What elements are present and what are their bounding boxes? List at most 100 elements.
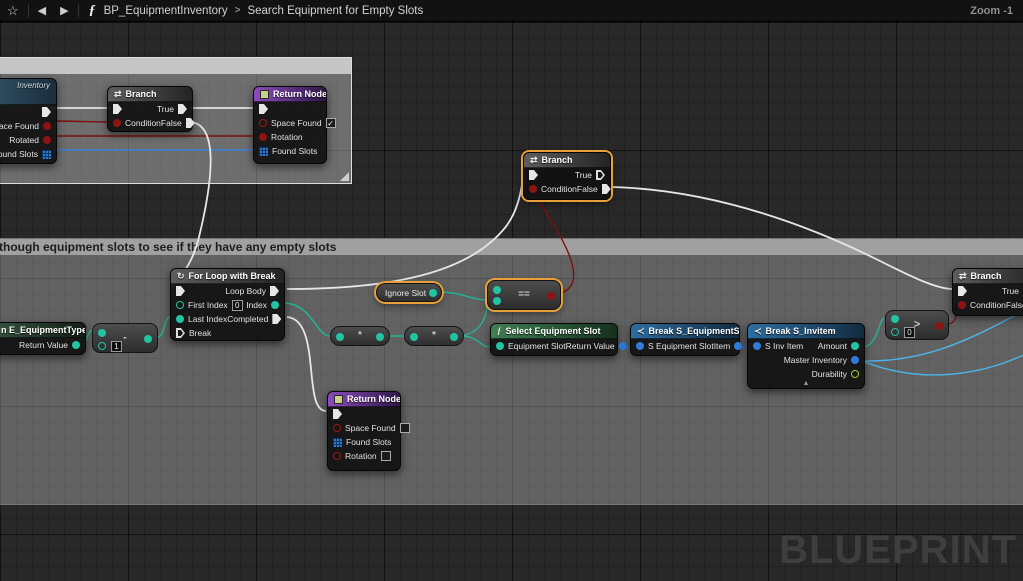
favorite-star-icon[interactable]: ☆	[0, 0, 26, 22]
loop-body-exec-pin[interactable]	[270, 286, 279, 296]
space-found-checkbox[interactable]	[400, 423, 410, 433]
collapse-arrow-icon[interactable]: ▲	[748, 380, 864, 387]
first-index-value[interactable]: 0	[232, 300, 243, 311]
rotated-pin[interactable]	[43, 136, 51, 144]
rotation-checkbox[interactable]	[381, 451, 391, 461]
ignore-slot-variable-node[interactable]: Ignore Slot	[376, 283, 442, 302]
graph-canvas[interactable]: though equipment slots to see if they ha…	[0, 22, 1023, 581]
output-pin[interactable]	[144, 335, 152, 343]
node-title: Break S_Invitem	[766, 326, 836, 336]
return-value-pin[interactable]	[72, 341, 80, 349]
found-slots-array-pin[interactable]	[259, 147, 268, 156]
divider	[78, 4, 79, 18]
equipment-slot-pin[interactable]	[496, 342, 504, 350]
node-header: ⇄ Branch	[108, 87, 192, 102]
durability-pin[interactable]	[851, 370, 859, 378]
comment-header[interactable]: though equipment slots to see if they ha…	[0, 239, 1023, 255]
break-equipment-slot-node[interactable]: ≺ Break S_EquipmentSlot S Equipment Slot…	[630, 323, 740, 356]
breadcrumb-root[interactable]: BP_EquipmentInventory	[104, 5, 228, 17]
completed-exec-pin[interactable]	[272, 314, 281, 324]
master-inventory-pin[interactable]	[851, 356, 859, 364]
return-node-top[interactable]: Return Node Space Found✓ Rotation Found …	[253, 86, 327, 164]
branch-node-middle[interactable]: ⇄ Branch True Condition False	[523, 152, 611, 200]
exec-in-pin[interactable]	[113, 104, 122, 114]
node-header: ⇄ Branch	[953, 269, 1023, 284]
exec-in-pin[interactable]	[333, 409, 342, 419]
output-pin[interactable]	[935, 322, 943, 330]
node-header: Return Node	[254, 87, 326, 102]
space-found-pin[interactable]	[259, 119, 267, 127]
select-equipment-slot-node[interactable]: ƒ Select Equipment Slot Equipment Slot R…	[490, 323, 618, 356]
true-exec-pin[interactable]	[178, 104, 187, 114]
space-found-pin[interactable]	[333, 424, 341, 432]
pin-label: True	[575, 170, 592, 180]
pin-label: Found Slots	[346, 437, 391, 447]
found-slots-array-pin[interactable]	[333, 438, 342, 447]
false-exec-pin[interactable]	[186, 118, 195, 128]
node-header: ≺ Break S_Invitem	[748, 324, 864, 339]
multiply-node-1[interactable]: *	[330, 326, 390, 346]
output-pin[interactable]	[450, 333, 458, 341]
exec-in-pin[interactable]	[259, 104, 268, 114]
condition-pin[interactable]	[113, 119, 121, 127]
back-arrow-icon[interactable]: ◀	[31, 4, 53, 17]
found-slots-array-pin[interactable]	[42, 150, 51, 159]
node-header: ƒ Select Equipment Slot	[491, 324, 617, 339]
true-exec-pin[interactable]	[596, 170, 605, 180]
inventory-function-node[interactable]: Inventory Space Found Rotated Found Slot…	[0, 78, 57, 164]
condition-pin[interactable]	[529, 185, 537, 193]
exec-in-pin[interactable]	[529, 170, 538, 180]
for-loop-with-break-node[interactable]: ↻ For Loop with Break Loop Body First In…	[170, 268, 285, 341]
exec-in-pin[interactable]	[176, 286, 185, 296]
item-pin[interactable]	[734, 342, 742, 350]
condition-pin[interactable]	[958, 301, 966, 309]
forward-arrow-icon[interactable]: ▶	[53, 4, 75, 17]
greater-than-node[interactable]: 0 >	[885, 310, 949, 340]
return-value-pin[interactable]	[619, 342, 627, 350]
comment-header[interactable]	[0, 58, 351, 74]
comment-box-main[interactable]: though equipment slots to see if they ha…	[0, 238, 1023, 505]
last-index-pin[interactable]	[176, 315, 184, 323]
pin-label: Completed	[227, 314, 268, 324]
node-header: ⇄ Branch	[524, 153, 610, 168]
return-icon	[260, 90, 269, 99]
output-pin[interactable]	[429, 289, 437, 297]
equals-node[interactable]: ==	[487, 280, 561, 310]
struct-in-pin[interactable]	[753, 342, 761, 350]
pin-label: Condition	[970, 300, 1006, 310]
index-pin[interactable]	[271, 301, 279, 309]
amount-pin[interactable]	[851, 342, 859, 350]
pin-label: Space Found	[271, 118, 322, 128]
pin-label: Space Found	[345, 423, 396, 433]
false-exec-pin[interactable]	[602, 184, 611, 194]
break-struct-icon: ≺	[637, 326, 645, 337]
branch-node-right[interactable]: ⇄ Branch True Condition False	[952, 268, 1023, 316]
multiply-node-2[interactable]: *	[404, 326, 464, 346]
exec-in-pin[interactable]	[958, 286, 967, 296]
node-title: n E_EquipmentType	[1, 325, 85, 335]
comment-resize-handle[interactable]	[340, 172, 349, 181]
return-node-bottom[interactable]: Return Node Space Found Found Slots Rota…	[327, 391, 401, 471]
pin-label: Found Slots	[0, 149, 38, 159]
break-exec-pin[interactable]	[176, 328, 185, 338]
branch-icon: ⇄	[530, 155, 538, 166]
space-found-checkbox[interactable]: ✓	[326, 118, 336, 128]
node-header: ≺ Break S_EquipmentSlot	[631, 324, 739, 339]
breadcrumb-page[interactable]: Search Equipment for Empty Slots	[247, 5, 423, 17]
struct-in-pin[interactable]	[636, 342, 644, 350]
break-struct-icon: ≺	[754, 326, 762, 337]
space-found-pin[interactable]	[43, 122, 51, 130]
exec-out-pin[interactable]	[42, 107, 51, 117]
first-index-pin[interactable]	[176, 301, 184, 309]
branch-node-top[interactable]: ⇄ Branch True Condition False	[107, 86, 193, 132]
output-pin[interactable]	[376, 333, 384, 341]
output-pin[interactable]	[547, 292, 555, 300]
equipment-type-node[interactable]: n E_EquipmentType Return Value	[0, 322, 86, 355]
break-inv-item-node[interactable]: ≺ Break S_Invitem S Inv Item Amount Mast…	[747, 323, 865, 389]
rotation-pin[interactable]	[259, 133, 267, 141]
node-title: Break S_EquipmentSlot	[649, 326, 739, 336]
subtract-node[interactable]: 1 -	[92, 323, 158, 353]
node-title: Branch	[971, 271, 1002, 281]
rotation-pin[interactable]	[333, 452, 341, 460]
pin-label: Space Found	[0, 121, 39, 131]
